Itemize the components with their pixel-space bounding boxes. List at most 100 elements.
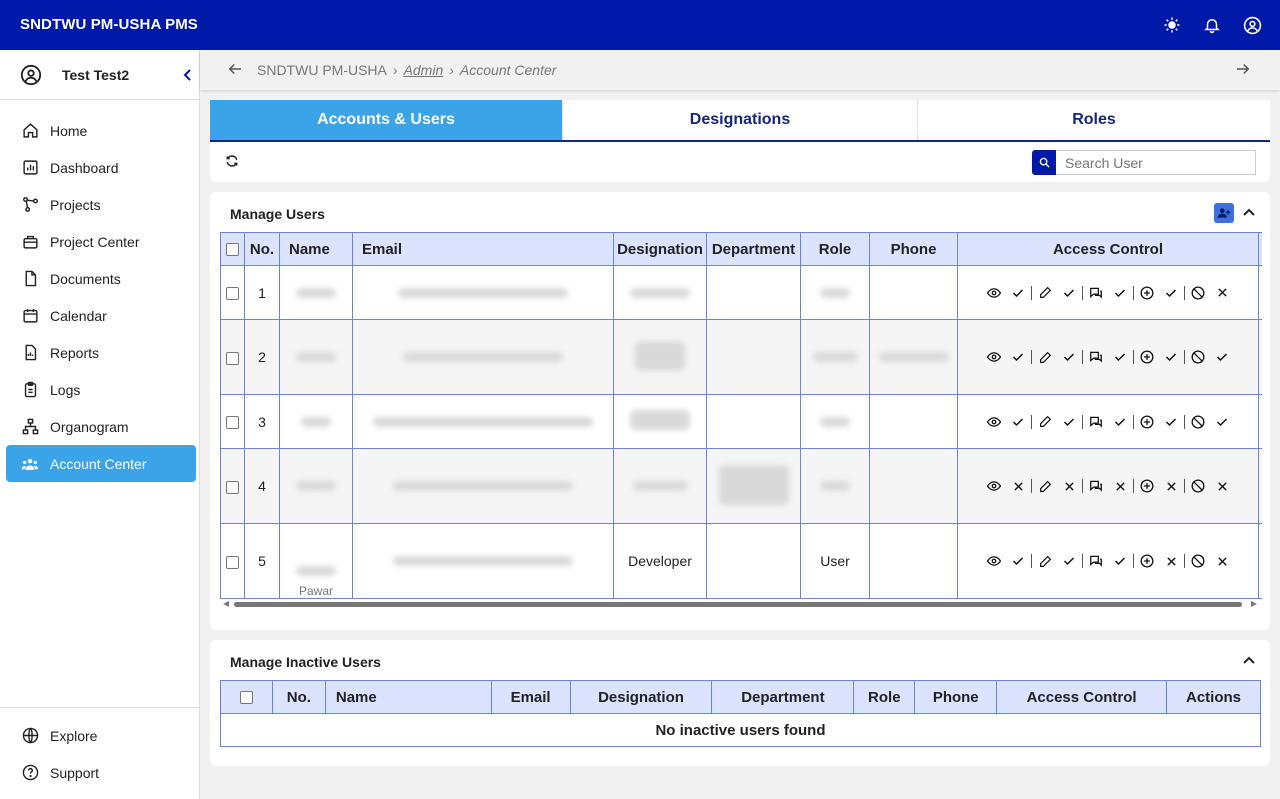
column-header[interactable]: Phone <box>869 232 958 266</box>
sidebar-item-home[interactable]: Home <box>6 112 196 149</box>
row-checkbox[interactable] <box>226 416 239 430</box>
eye-icon[interactable] <box>987 286 1001 300</box>
cross-icon[interactable] <box>1215 286 1229 300</box>
scroll-right-arrow-icon[interactable]: ▶ <box>1251 599 1257 608</box>
check-icon[interactable] <box>1164 415 1178 429</box>
column-header[interactable]: No. <box>244 232 280 266</box>
row-checkbox[interactable] <box>226 287 239 301</box>
check-icon[interactable] <box>1113 286 1127 300</box>
tab-accounts-users[interactable]: Accounts & Users <box>210 100 563 140</box>
column-header[interactable]: Name <box>279 232 353 266</box>
refresh-icon[interactable] <box>225 154 241 170</box>
select-all-checkbox[interactable] <box>226 243 239 257</box>
sidebar-item-documents[interactable]: Documents <box>6 260 196 297</box>
check-icon[interactable] <box>1113 350 1127 364</box>
table-row[interactable]: 5 Pawar Developer User <box>220 523 1262 599</box>
collapse-chevron-icon[interactable] <box>1243 206 1257 220</box>
table-row[interactable]: 3 <box>220 394 1262 449</box>
check-icon[interactable] <box>1062 415 1076 429</box>
check-icon[interactable] <box>1164 286 1178 300</box>
sidebar-item-project-center[interactable]: Project Center <box>6 223 196 260</box>
pencil-icon[interactable] <box>1038 415 1052 429</box>
check-icon[interactable] <box>1113 415 1127 429</box>
table-row[interactable]: 1 <box>220 265 1262 320</box>
horizontal-scrollbar[interactable]: ◀ ▶ <box>220 599 1260 609</box>
comments-icon[interactable] <box>1089 350 1103 364</box>
search-button[interactable] <box>1032 150 1056 175</box>
pencil-icon[interactable] <box>1038 554 1052 568</box>
tab-roles[interactable]: Roles <box>918 100 1270 140</box>
sun-icon[interactable] <box>1162 15 1182 35</box>
column-header[interactable]: Role <box>853 680 916 714</box>
row-checkbox[interactable] <box>226 480 239 494</box>
cross-icon[interactable] <box>1011 479 1025 493</box>
sidebar-item-dashboard[interactable]: Dashboard <box>6 149 196 186</box>
sidebar-item-support[interactable]: Support <box>6 754 196 791</box>
table-row[interactable]: 2 <box>220 319 1262 395</box>
column-header[interactable]: No. <box>271 680 326 714</box>
scrollbar-thumb[interactable] <box>234 602 1242 607</box>
block-icon[interactable] <box>1191 350 1205 364</box>
check-icon[interactable] <box>1011 350 1025 364</box>
check-icon[interactable] <box>1062 286 1076 300</box>
column-header[interactable]: Access Control <box>957 232 1259 266</box>
check-icon[interactable] <box>1011 415 1025 429</box>
sidebar-item-projects[interactable]: Projects <box>6 186 196 223</box>
column-header[interactable]: Designation <box>613 232 707 266</box>
comments-icon[interactable] <box>1089 415 1103 429</box>
forward-arrow-icon[interactable] <box>1234 60 1254 80</box>
row-checkbox[interactable] <box>226 351 239 365</box>
eye-icon[interactable] <box>987 479 1001 493</box>
bell-icon[interactable] <box>1202 15 1222 35</box>
tab-designations[interactable]: Designations <box>563 100 918 140</box>
check-icon[interactable] <box>1113 554 1127 568</box>
column-header[interactable]: Department <box>706 232 801 266</box>
cross-icon[interactable] <box>1113 479 1127 493</box>
plus-circle-icon[interactable] <box>1140 350 1154 364</box>
check-icon[interactable] <box>1011 554 1025 568</box>
sidebar-collapse-button[interactable] <box>176 63 200 87</box>
eye-icon[interactable] <box>987 554 1001 568</box>
eye-icon[interactable] <box>987 415 1001 429</box>
sidebar-item-reports[interactable]: Reports <box>6 334 196 371</box>
sidebar-item-logs[interactable]: Logs <box>6 371 196 408</box>
back-arrow-icon[interactable] <box>226 60 246 80</box>
comments-icon[interactable] <box>1089 286 1103 300</box>
comments-icon[interactable] <box>1089 479 1103 493</box>
plus-circle-icon[interactable] <box>1140 479 1154 493</box>
add-user-button[interactable] <box>1214 203 1234 223</box>
breadcrumb-admin[interactable]: Admin <box>404 62 444 78</box>
check-icon[interactable] <box>1011 286 1025 300</box>
cross-icon[interactable] <box>1062 479 1076 493</box>
check-icon[interactable] <box>1062 350 1076 364</box>
pencil-icon[interactable] <box>1038 286 1052 300</box>
row-checkbox[interactable] <box>226 555 239 569</box>
check-icon[interactable] <box>1215 415 1229 429</box>
column-header[interactable]: Role <box>800 232 870 266</box>
column-header[interactable]: Actions <box>1165 680 1262 714</box>
cross-icon[interactable] <box>1164 554 1178 568</box>
check-icon[interactable] <box>1215 350 1229 364</box>
table-row[interactable]: 4 <box>220 448 1262 524</box>
block-icon[interactable] <box>1191 554 1205 568</box>
column-header[interactable]: Phone <box>914 680 998 714</box>
column-header[interactable]: Department <box>711 680 855 714</box>
plus-circle-icon[interactable] <box>1140 554 1154 568</box>
column-header[interactable]: Name <box>324 680 492 714</box>
scroll-left-arrow-icon[interactable]: ◀ <box>223 599 229 608</box>
block-icon[interactable] <box>1191 479 1205 493</box>
collapse-chevron-icon[interactable] <box>1243 654 1257 668</box>
plus-circle-icon[interactable] <box>1140 415 1154 429</box>
column-header[interactable]: Designation <box>569 680 713 714</box>
cross-icon[interactable] <box>1215 554 1229 568</box>
breadcrumb-root[interactable]: SNDTWU PM-USHA <box>257 62 387 78</box>
check-icon[interactable] <box>1164 350 1178 364</box>
block-icon[interactable] <box>1191 286 1205 300</box>
sidebar-item-organogram[interactable]: Organogram <box>6 408 196 445</box>
sidebar-item-explore[interactable]: Explore <box>6 717 196 754</box>
cross-icon[interactable] <box>1215 479 1229 493</box>
user-circle-icon[interactable] <box>1242 15 1262 35</box>
sidebar-item-calendar[interactable]: Calendar <box>6 297 196 334</box>
sidebar-item-account-center[interactable]: Account Center <box>6 445 196 482</box>
pencil-icon[interactable] <box>1038 350 1052 364</box>
